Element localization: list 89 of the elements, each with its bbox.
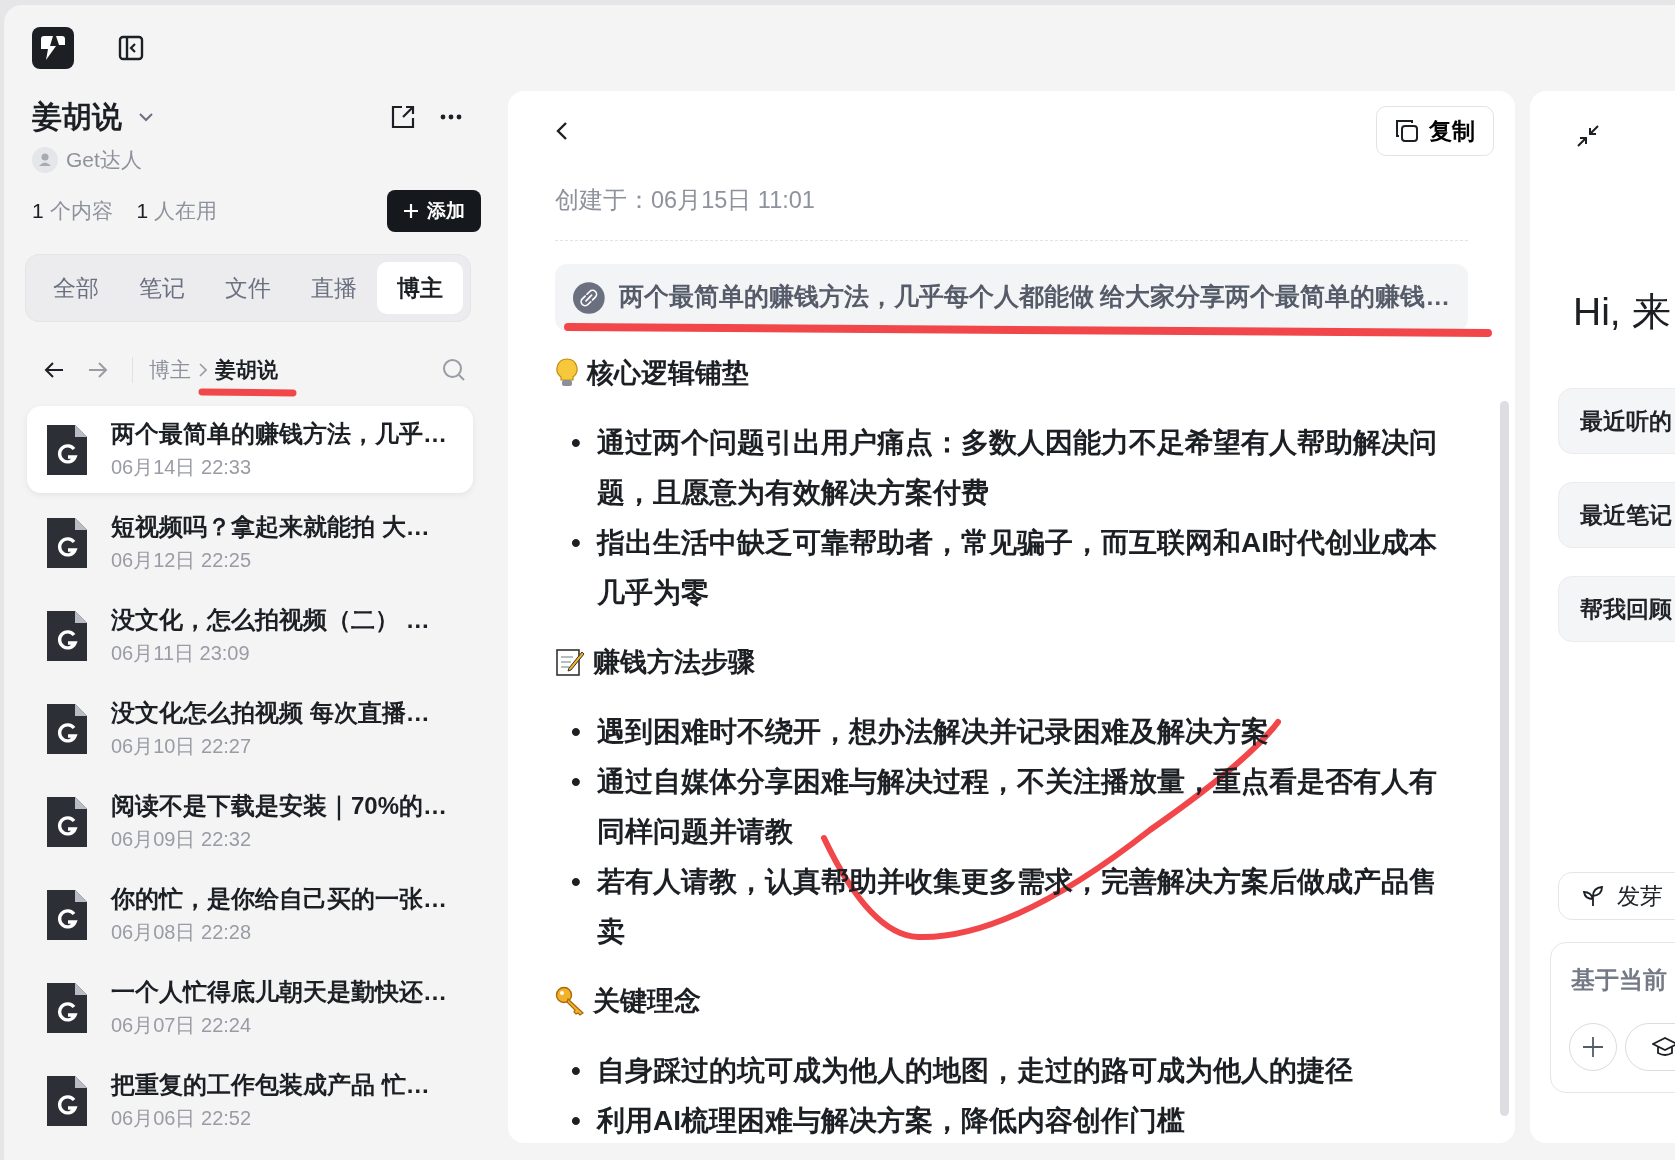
note-list-item[interactable]: 一个人忙得底儿朝天是勤快还… 06月07日 22:24 xyxy=(27,964,473,1051)
space-title: 姜胡说 xyxy=(32,99,122,135)
bullet-marker: • xyxy=(570,715,582,749)
sidebar-toggle-icon[interactable] xyxy=(118,35,144,61)
app-logo xyxy=(32,27,74,69)
document-icon xyxy=(47,889,87,940)
back-arrow-icon[interactable] xyxy=(44,361,64,379)
bullet-marker: • xyxy=(570,426,582,460)
note-date: 06月12日 22:25 xyxy=(111,547,253,573)
note-title: 没文化怎么拍视频 每次直播… xyxy=(111,697,430,728)
suggestion-chip[interactable]: 最近听的 xyxy=(1558,388,1675,454)
key-icon xyxy=(555,986,585,1016)
copy-icon xyxy=(1395,119,1419,143)
note-date: 06月06日 22:52 xyxy=(111,1105,253,1131)
note-date: 06月07日 22:24 xyxy=(111,1012,253,1038)
back-chevron-icon[interactable] xyxy=(555,121,569,141)
sprout-chip[interactable]: 发芽 xyxy=(1558,872,1675,920)
note-date: 06月10日 22:27 xyxy=(111,733,253,759)
external-link-icon[interactable] xyxy=(390,104,416,130)
greeting: Hi, 来 xyxy=(1573,289,1672,335)
note-list-item[interactable]: 短视频吗？拿起来就能拍 大… 06月12日 22:25 xyxy=(27,499,473,586)
document-icon xyxy=(47,424,87,475)
note-title: 短视频吗？拿起来就能拍 大… xyxy=(111,511,430,542)
note-title: 没文化，怎么拍视频（二） … xyxy=(111,604,430,635)
note-list-item[interactable]: 没文化，怎么拍视频（二） … 06月11日 23:09 xyxy=(27,592,473,679)
section-heading: 关键理念 xyxy=(593,984,701,1018)
document-icon xyxy=(47,1075,87,1126)
bullet-marker: • xyxy=(570,1104,582,1138)
scrollbar[interactable] xyxy=(1500,401,1509,1116)
sprout-icon xyxy=(1581,884,1605,908)
bullet-marker: • xyxy=(570,526,582,560)
note-date: 06月11日 23:09 xyxy=(111,640,251,666)
document-icon xyxy=(47,703,87,754)
note-list-item[interactable]: 你的忙，是你给自己买的一张… 06月08日 22:28 xyxy=(27,871,473,958)
avatar-icon xyxy=(32,147,58,173)
suggestion-chip[interactable]: 最近笔记 xyxy=(1558,482,1675,548)
note-list-item[interactable]: 没文化怎么拍视频 每次直播… 06月10日 22:27 xyxy=(27,685,473,772)
copy-button[interactable]: 复制 xyxy=(1376,106,1494,156)
document-icon xyxy=(47,517,87,568)
tab[interactable]: 博主 xyxy=(377,262,463,314)
note-title: 你的忙，是你给自己买的一张… xyxy=(111,883,447,914)
tab[interactable]: 笔记 xyxy=(119,262,205,314)
note-date: 06月14日 22:33 xyxy=(111,454,253,480)
section-heading: 核心逻辑铺垫 xyxy=(587,356,749,390)
note-title: 两个最简单的赚钱方法，几乎… xyxy=(111,418,447,449)
note-date: 06月09日 22:32 xyxy=(111,826,253,852)
note-title: 一个人忙得底儿朝天是勤快还… xyxy=(111,976,447,1007)
note-list-item[interactable]: 两个最简单的赚钱方法，几乎… 06月14日 22:33 xyxy=(27,406,473,493)
tab[interactable]: 直播 xyxy=(291,262,377,314)
more-icon[interactable] xyxy=(440,114,462,120)
chevron-right-icon xyxy=(199,363,207,377)
document-icon xyxy=(47,982,87,1033)
section-heading: 赚钱方法步骤 xyxy=(593,645,755,679)
link-icon xyxy=(573,280,605,315)
bullet-text: 通过两个问题引出用户痛点：多数人因能力不足希望有人帮助解决问题，且愿意为有效解决方案付费 xyxy=(597,426,1438,510)
plus-icon xyxy=(1582,1036,1604,1058)
bullet-marker: • xyxy=(570,765,582,799)
note-title: 阅读不是下载是安装｜70%的… xyxy=(111,790,448,821)
bullet-text: 若有人请教，认真帮助并收集更多需求，完善解决方案后做成产品售卖 xyxy=(597,865,1438,949)
add-button[interactable]: 添加 xyxy=(387,190,481,232)
bullet-text: 遇到困难时不绕开，想办法解决并记录困难及解决方案 xyxy=(597,715,1270,749)
owner-name: Get达人 xyxy=(66,147,142,174)
bullet-marker: • xyxy=(570,865,582,899)
breadcrumb-current: 姜胡说 xyxy=(215,357,278,384)
content-count: 1 个内容 xyxy=(32,198,113,225)
suggestion-chip[interactable]: 帮我回顾 xyxy=(1558,576,1675,642)
bullet-text: 利用AI梳理困难与解决方案，降低内容创作门槛 xyxy=(597,1104,1186,1138)
chevron-down-icon[interactable] xyxy=(138,112,154,122)
note-date: 06月08日 22:28 xyxy=(111,919,253,945)
user-count: 1 人在用 xyxy=(136,198,218,225)
graduation-cap-icon xyxy=(1652,1037,1675,1057)
light-bulb-icon xyxy=(555,358,579,388)
note-list-item[interactable]: 把重复的工作包装成产品 忙… 06月06日 22:52 xyxy=(27,1057,473,1144)
collapse-icon[interactable] xyxy=(1576,124,1600,148)
tab[interactable]: 全部 xyxy=(33,262,119,314)
plus-icon xyxy=(403,203,419,219)
note-list-item[interactable]: 阅读不是下载是安装｜70%的… 06月09日 22:32 xyxy=(27,778,473,865)
bullet-text: 自身踩过的坑可成为他人的地图，走过的路可成为他人的捷径 xyxy=(597,1054,1354,1088)
document-icon xyxy=(47,796,87,847)
bullet-text: 通过自媒体分享困难与解决过程，不关注播放量，重点看是否有人有同样问题并请教 xyxy=(597,765,1438,849)
bullet-text: 指出生活中缺乏可靠帮助者，常见骗子，而互联网和AI时代创业成本几乎为零 xyxy=(597,526,1438,610)
document-icon xyxy=(47,610,87,661)
source-link[interactable]: 两个最简单的赚钱方法，几乎每个人都能做 给大家分享两个最简单的赚钱… xyxy=(555,264,1468,331)
bullet-marker: • xyxy=(570,1054,582,1088)
memo-icon xyxy=(555,647,585,677)
note-title: 把重复的工作包装成产品 忙… xyxy=(111,1069,430,1100)
add-attachment-button[interactable] xyxy=(1569,1023,1617,1071)
created-time: 创建于：06月15日 11:01 xyxy=(555,186,816,215)
tab[interactable]: 文件 xyxy=(205,262,291,314)
